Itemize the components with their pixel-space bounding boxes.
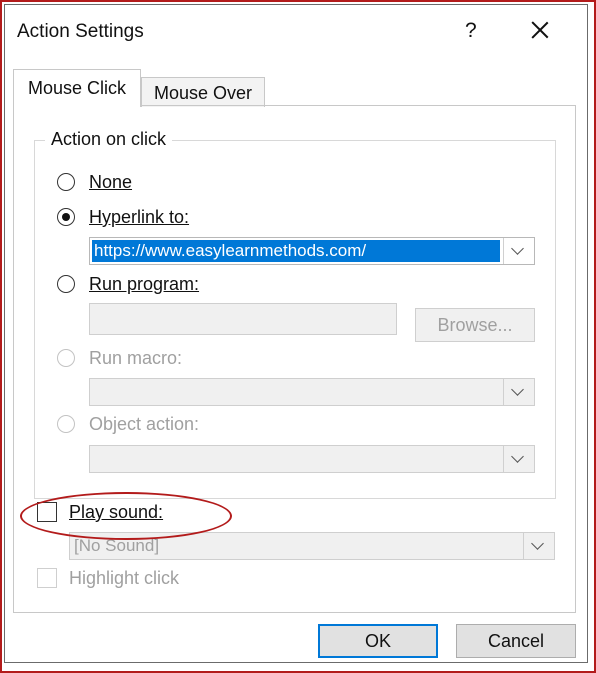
highlight-click-checkbox[interactable] <box>37 568 57 588</box>
radio-run-macro[interactable] <box>57 349 75 367</box>
close-icon[interactable] <box>525 15 555 45</box>
chevron-down-icon[interactable] <box>523 533 554 559</box>
radio-run-macro-label: Run macro: <box>89 348 183 368</box>
radio-selected-dot <box>61 212 70 221</box>
chevron-down-icon[interactable] <box>503 379 534 405</box>
radio-object-action[interactable] <box>57 415 75 433</box>
help-button[interactable]: ? <box>465 19 477 43</box>
radio-hyperlink[interactable] <box>57 208 75 226</box>
action-settings-dialog: Action Settings ? Mouse Click Mouse Over… <box>4 4 588 663</box>
dialog-title: Action Settings <box>17 21 144 42</box>
ok-button[interactable]: OK <box>318 624 438 658</box>
chevron-down-icon[interactable] <box>503 446 534 472</box>
radio-none[interactable] <box>57 173 75 191</box>
chevron-down-icon[interactable] <box>503 238 534 264</box>
annotation-oval <box>20 492 232 540</box>
tab-mouse-over[interactable]: Mouse Over <box>141 77 265 107</box>
highlight-click-label: Highlight click <box>69 568 180 588</box>
radio-hyperlink-label: Hyperlink to: <box>89 207 190 227</box>
radio-object-action-label: Object action: <box>89 414 200 434</box>
radio-none-label: None <box>89 172 133 192</box>
object-action-combo[interactable] <box>89 445 535 473</box>
hyperlink-value: https://www.easylearnmethods.com/ <box>92 240 500 262</box>
cancel-button[interactable]: Cancel <box>456 624 576 658</box>
hyperlink-combo[interactable]: https://www.easylearnmethods.com/ <box>89 237 535 265</box>
radio-run-program-label: Run program: <box>89 274 200 294</box>
radio-run-program[interactable] <box>57 275 75 293</box>
tab-mouse-click[interactable]: Mouse Click <box>13 69 141 107</box>
macro-combo[interactable] <box>89 378 535 406</box>
group-legend: Action on click <box>45 129 173 150</box>
program-path-input[interactable] <box>89 303 397 335</box>
browse-button[interactable]: Browse... <box>415 308 535 342</box>
